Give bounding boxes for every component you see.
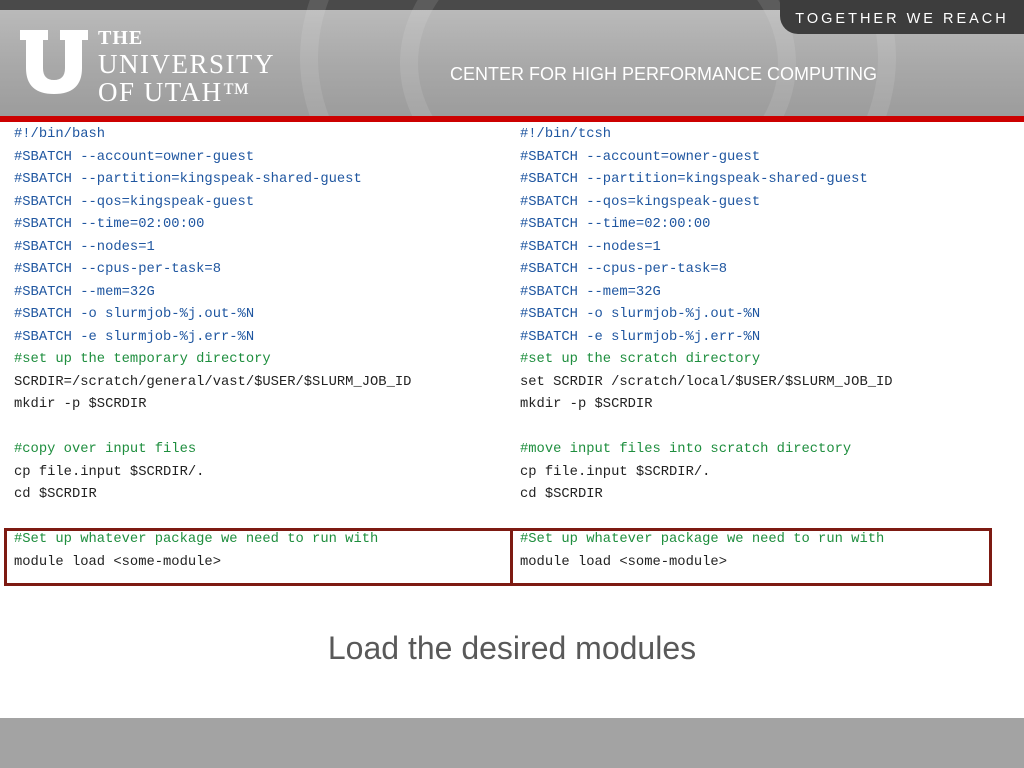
block-u-logo-icon	[20, 30, 88, 94]
code-line: #SBATCH -o slurmjob-%j.out-%N	[14, 307, 255, 322]
code-line: #SBATCH --qos=kingspeak-guest	[14, 194, 255, 210]
code-line: #set up the temporary directory	[14, 352, 271, 367]
code-line: set SCRDIR /scratch/local/$USER/$SLURM_J…	[520, 374, 893, 390]
code-line: #SBATCH -e slurmjob-%j.err-%N	[520, 329, 761, 345]
slide-footer-bar	[0, 718, 1024, 768]
slide-header: TOGETHER WE REACH THE UNIVERSITY OF UTAH…	[0, 0, 1024, 116]
code-line: #SBATCH --time=02:00:00	[520, 217, 711, 232]
university-wordmark: THE UNIVERSITY OF UTAH™	[98, 28, 275, 106]
code-line: #SBATCH --cpus-per-task=8	[14, 262, 221, 277]
wordmark-university: UNIVERSITY	[98, 49, 275, 79]
code-line: mkdir -p $SCRDIR	[14, 397, 147, 412]
code-line: #move input files into scratch directory	[520, 442, 852, 457]
code-line: cd $SCRDIR	[520, 487, 603, 502]
code-line: #SBATCH --nodes=1	[14, 239, 155, 255]
seal-ring-inner	[400, 0, 796, 116]
code-line: #set up the scratch directory	[520, 352, 761, 367]
code-line: #SBATCH --partition=kingspeak-shared-gue…	[14, 172, 362, 187]
center-title: CENTER FOR HIGH PERFORMANCE COMPUTING	[450, 64, 878, 84]
tagline: TOGETHER WE REACH	[795, 11, 1009, 27]
code-line: #SBATCH --account=owner-guest	[520, 149, 761, 165]
code-line: #SBATCH --cpus-per-task=8	[520, 262, 727, 277]
code-line: #SBATCH --nodes=1	[520, 239, 661, 255]
highlight-box-bash-module-load	[4, 528, 513, 586]
tcsh-script-column: #!/bin/tcsh #SBATCH --account=owner-guest…	[520, 124, 893, 574]
code-line: #SBATCH --qos=kingspeak-guest	[520, 194, 761, 210]
code-line: mkdir -p $SCRDIR	[520, 397, 653, 412]
code-line: cp file.input $SCRDIR/.	[14, 464, 205, 480]
code-line: #SBATCH -e slurmjob-%j.err-%N	[14, 329, 255, 345]
highlight-box-tcsh-module-load	[510, 528, 992, 586]
code-line: #SBATCH --mem=32G	[14, 284, 155, 300]
code-line: #!/bin/bash	[14, 127, 106, 142]
code-line: cd $SCRDIR	[14, 487, 97, 502]
wordmark-of-utah: OF UTAH™	[98, 77, 251, 107]
slide-caption: Load the desired modules	[327, 630, 697, 666]
code-line: #SBATCH --partition=kingspeak-shared-gue…	[520, 172, 868, 187]
code-line: cp file.input $SCRDIR/.	[520, 464, 711, 480]
red-accent-rule	[0, 116, 1024, 122]
code-line: #SBATCH --mem=32G	[520, 284, 661, 300]
code-line: #SBATCH --account=owner-guest	[14, 149, 255, 165]
bash-script-column: #!/bin/bash #SBATCH --account=owner-guest…	[14, 124, 411, 574]
code-line: #!/bin/tcsh	[520, 127, 612, 142]
code-line: #SBATCH -o slurmjob-%j.out-%N	[520, 307, 761, 322]
code-line: SCRDIR=/scratch/general/vast/$USER/$SLUR…	[14, 374, 412, 390]
code-line: #copy over input files	[14, 442, 197, 457]
wordmark-the: THE	[98, 27, 144, 49]
code-line: #SBATCH --time=02:00:00	[14, 217, 205, 232]
